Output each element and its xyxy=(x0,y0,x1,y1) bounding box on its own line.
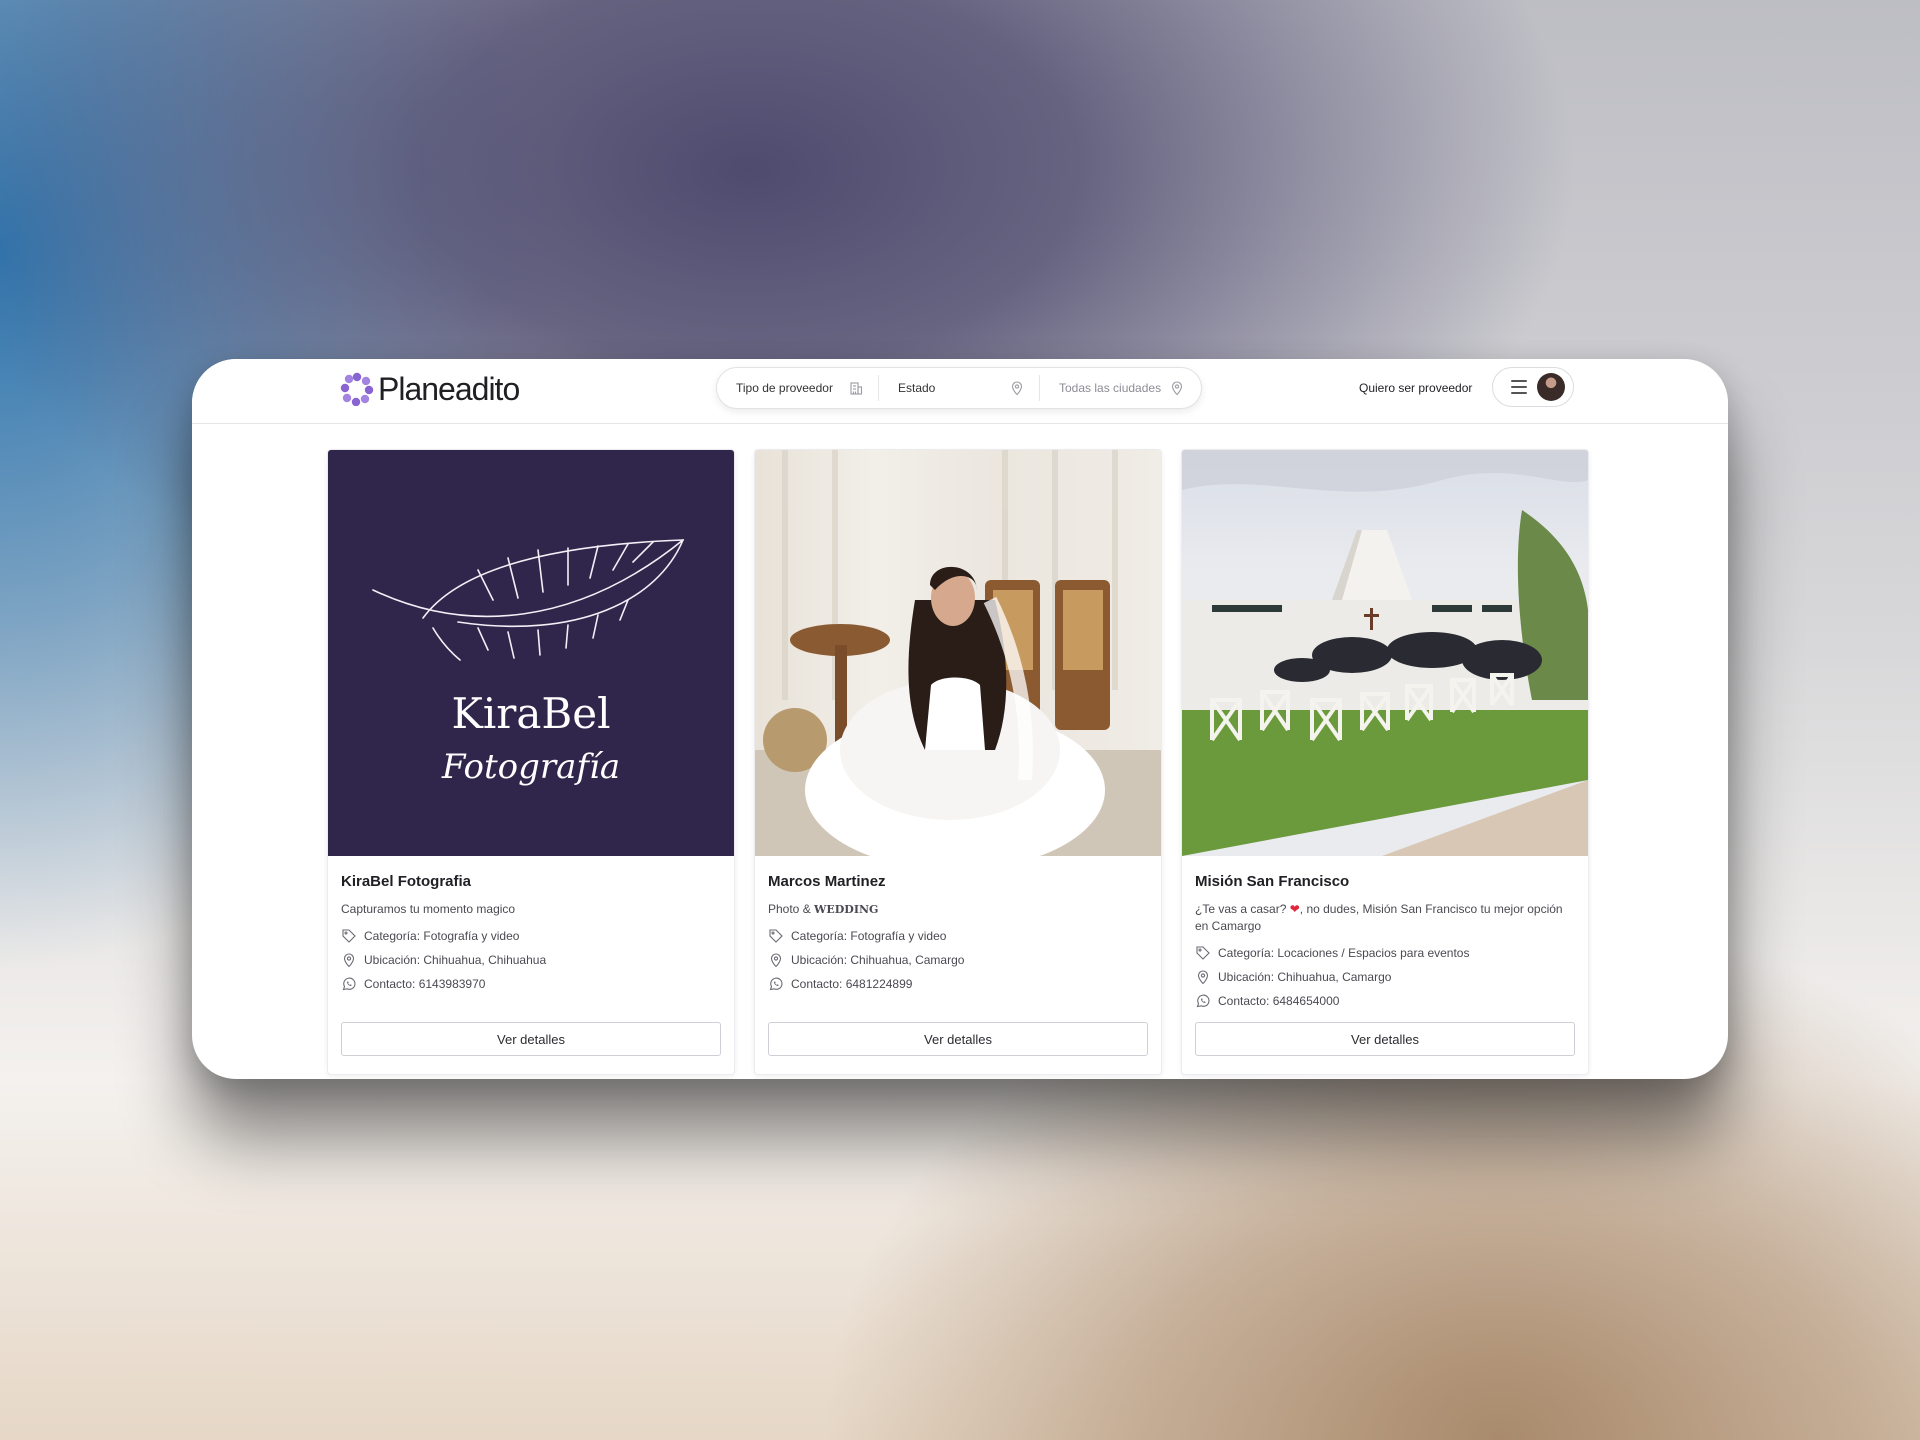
map-pin-icon xyxy=(1011,381,1023,396)
tag-icon xyxy=(769,929,783,943)
provider-contact: Contacto: 6143983970 xyxy=(341,976,485,992)
contact-text: Contacto: 6484654000 xyxy=(1218,994,1340,1008)
category-text: Categoría: Locaciones / Espacios para ev… xyxy=(1218,946,1470,960)
provider-description: ¿Te vas a casar? ❤, no dudes, Misión San… xyxy=(1195,901,1575,935)
view-details-button[interactable]: Ver detalles xyxy=(768,1022,1148,1056)
map-pin-icon xyxy=(343,953,355,968)
provider-location: Ubicación: Chihuahua, Camargo xyxy=(1195,969,1391,985)
contact-text: Contacto: 6143983970 xyxy=(364,977,486,991)
description-text: ¿Te vas a casar? xyxy=(1195,902,1290,916)
flower-logo-icon xyxy=(340,372,374,406)
map-pin-icon xyxy=(1197,970,1209,985)
provider-contact: Contacto: 6481224899 xyxy=(768,976,912,992)
tag-icon xyxy=(342,929,356,943)
provider-category: Categoría: Locaciones / Espacios para ev… xyxy=(1195,945,1469,961)
provider-location: Ubicación: Chihuahua, Camargo xyxy=(768,952,964,968)
map-pin-icon xyxy=(1171,381,1183,396)
category-text: Categoría: Fotografía y video xyxy=(791,929,947,943)
building-icon xyxy=(850,382,863,395)
provider-contact: Contacto: 6484654000 xyxy=(1195,993,1339,1009)
become-provider-link[interactable]: Quiero ser proveedor xyxy=(1359,381,1472,395)
provider-type-label: Tipo de proveedor xyxy=(736,381,833,395)
provider-card: Marcos Martinez Photo & WEDDING Categorí… xyxy=(754,449,1162,1075)
provider-title[interactable]: Marcos Martinez xyxy=(768,873,886,890)
city-label: Todas las ciudades xyxy=(1059,381,1162,395)
location-text: Ubicación: Chihuahua, Camargo xyxy=(791,953,965,967)
user-menu-button[interactable] xyxy=(1492,367,1574,407)
provider-description: Capturamos tu momento magico xyxy=(341,902,516,916)
hamburger-menu-icon xyxy=(1511,380,1527,394)
whatsapp-icon xyxy=(342,977,356,991)
provider-image-kirabel-logo[interactable]: KiraBel Fotografía xyxy=(328,450,734,856)
state-filter[interactable]: Estado xyxy=(878,375,1039,401)
heart-emoji-icon: ❤ xyxy=(1289,902,1300,916)
contact-text: Contacto: 6481224899 xyxy=(791,977,913,991)
provider-title[interactable]: Misión San Francisco xyxy=(1195,873,1349,890)
map-pin-icon xyxy=(770,953,782,968)
kirabel-logo-subtitle: Fotografía xyxy=(441,747,620,787)
brand-logo[interactable]: Planeadito xyxy=(340,369,520,409)
provider-card: KiraBel Fotografía KiraBel Fotografia Ca… xyxy=(327,449,735,1075)
user-avatar xyxy=(1537,373,1565,401)
tag-icon xyxy=(1196,946,1210,960)
view-details-button[interactable]: Ver detalles xyxy=(341,1022,721,1056)
venue-photo-illustration xyxy=(1182,450,1588,856)
provider-category: Categoría: Fotografía y video xyxy=(341,928,519,944)
description-text: Photo & xyxy=(768,902,815,916)
provider-category: Categoría: Fotografía y video xyxy=(768,928,946,944)
category-text: Categoría: Fotografía y video xyxy=(364,929,520,943)
provider-card: Misión San Francisco ¿Te vas a casar? ❤,… xyxy=(1181,449,1589,1075)
brand-name: Planeadito xyxy=(378,370,520,407)
provider-description: Photo & WEDDING xyxy=(768,901,1148,918)
description-emphasis: WEDDING xyxy=(814,903,879,916)
kirabel-logo-name: KiraBel xyxy=(451,689,610,738)
provider-image-bride-photo[interactable] xyxy=(755,450,1161,856)
provider-type-filter[interactable]: Tipo de proveedor xyxy=(717,368,878,408)
location-text: Ubicación: Chihuahua, Chihuahua xyxy=(364,953,547,967)
whatsapp-icon xyxy=(769,977,783,991)
top-navigation-bar: Planeadito Tipo de proveedor Estado Toda… xyxy=(192,359,1728,424)
provider-title[interactable]: KiraBel Fotografia xyxy=(341,873,471,890)
browser-window: Planeadito Tipo de proveedor Estado Toda… xyxy=(192,359,1728,1079)
city-filter[interactable]: Todas las ciudades xyxy=(1039,375,1199,401)
provider-location: Ubicación: Chihuahua, Chihuahua xyxy=(341,952,546,968)
feather-icon: KiraBel Fotografía xyxy=(372,539,685,787)
whatsapp-icon xyxy=(1196,994,1210,1008)
view-details-button[interactable]: Ver detalles xyxy=(1195,1022,1575,1056)
location-text: Ubicación: Chihuahua, Camargo xyxy=(1218,970,1392,984)
state-label: Estado xyxy=(898,381,936,395)
provider-search-bar: Tipo de proveedor Estado Todas las ciuda… xyxy=(716,367,1202,409)
bride-photo-illustration xyxy=(755,450,1161,856)
provider-image-venue-photo[interactable] xyxy=(1182,450,1588,856)
